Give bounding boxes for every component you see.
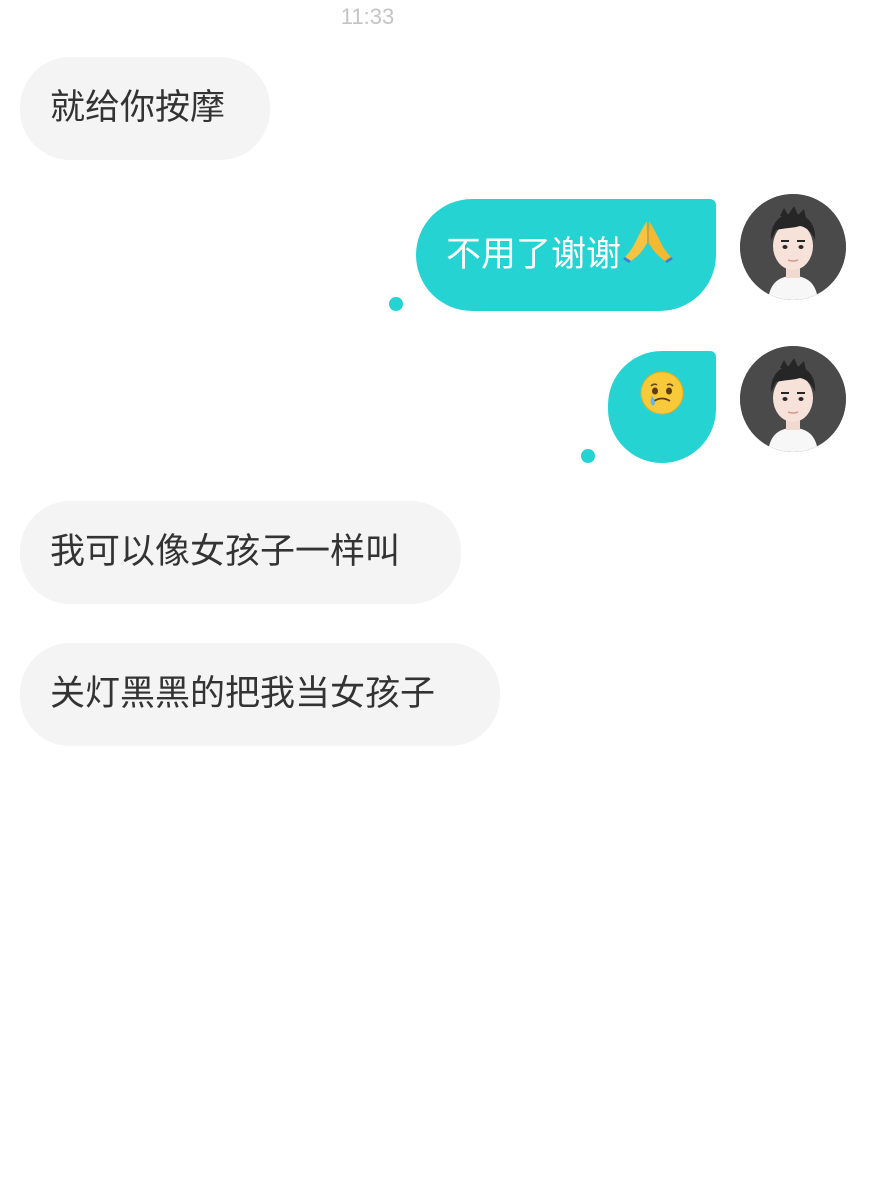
message-text: 我可以像女孩子一样叫 xyxy=(50,532,401,572)
message-bubble-incoming[interactable]: 就给你按摩 xyxy=(20,57,270,160)
message-text: 就给你按摩 xyxy=(50,88,226,128)
avatar-image-icon xyxy=(740,346,846,452)
message-bubble-outgoing[interactable]: 不用了谢谢 xyxy=(416,199,716,311)
message-text: 不用了谢谢 xyxy=(446,235,622,275)
message-status-dot xyxy=(581,449,595,463)
message-bubble-outgoing[interactable] xyxy=(608,351,716,463)
folded-hands-icon xyxy=(623,196,674,308)
chat-timestamp: 11:33 xyxy=(340,4,395,29)
message-text: 关灯黑黑的把我当女孩子 xyxy=(50,674,436,714)
face-holding-back-tears-icon xyxy=(639,349,685,461)
avatar-image-icon xyxy=(740,194,846,300)
avatar[interactable] xyxy=(740,346,846,452)
avatar[interactable] xyxy=(740,194,846,300)
message-bubble-incoming[interactable]: 关灯黑黑的把我当女孩子 xyxy=(20,643,500,746)
message-bubble-incoming[interactable]: 我可以像女孩子一样叫 xyxy=(20,501,461,604)
message-status-dot xyxy=(389,297,403,311)
